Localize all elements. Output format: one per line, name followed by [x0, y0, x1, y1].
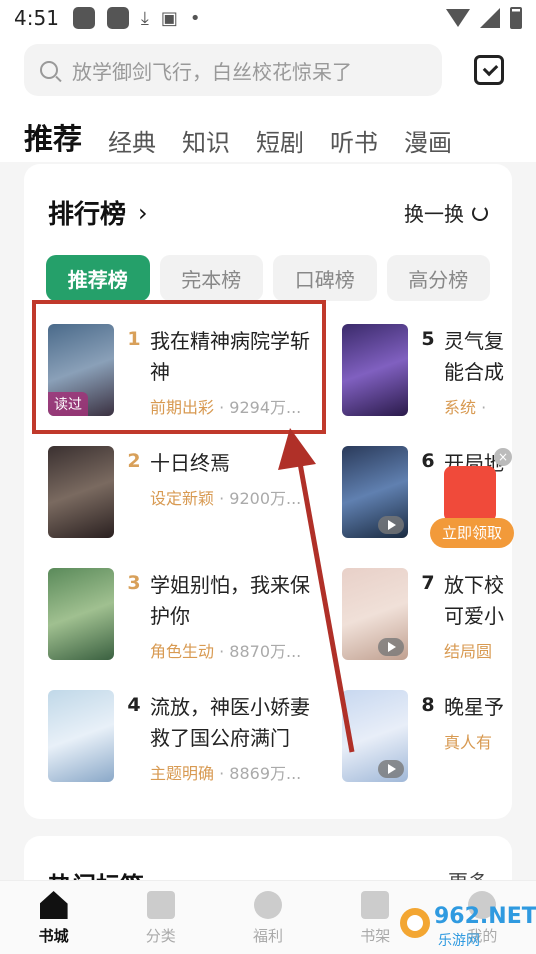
book-icon — [361, 891, 390, 919]
site-watermark: 962.NET 乐游网 — [398, 900, 536, 950]
watermark-logo-icon — [400, 908, 430, 938]
nav-bookstore[interactable]: 书城 — [0, 881, 107, 954]
nav-welfare[interactable]: 福利 — [214, 881, 321, 954]
watermark-text: 962.NET — [434, 904, 536, 929]
coin-icon — [254, 891, 282, 919]
nav-label: 书城 — [38, 927, 69, 945]
nav-label: 福利 — [253, 927, 284, 945]
nav-label: 分类 — [145, 927, 176, 945]
watermark-sub: 乐游网 — [438, 933, 480, 949]
red-packet-icon — [444, 466, 496, 522]
grid-icon — [146, 891, 175, 919]
close-icon[interactable]: × — [494, 448, 512, 466]
home-icon — [39, 891, 68, 919]
claim-button[interactable]: 立即领取 — [430, 518, 514, 548]
red-packet-widget[interactable]: × 立即领取 — [430, 448, 514, 548]
nav-label: 书架 — [360, 927, 391, 945]
nav-category[interactable]: 分类 — [107, 881, 214, 954]
